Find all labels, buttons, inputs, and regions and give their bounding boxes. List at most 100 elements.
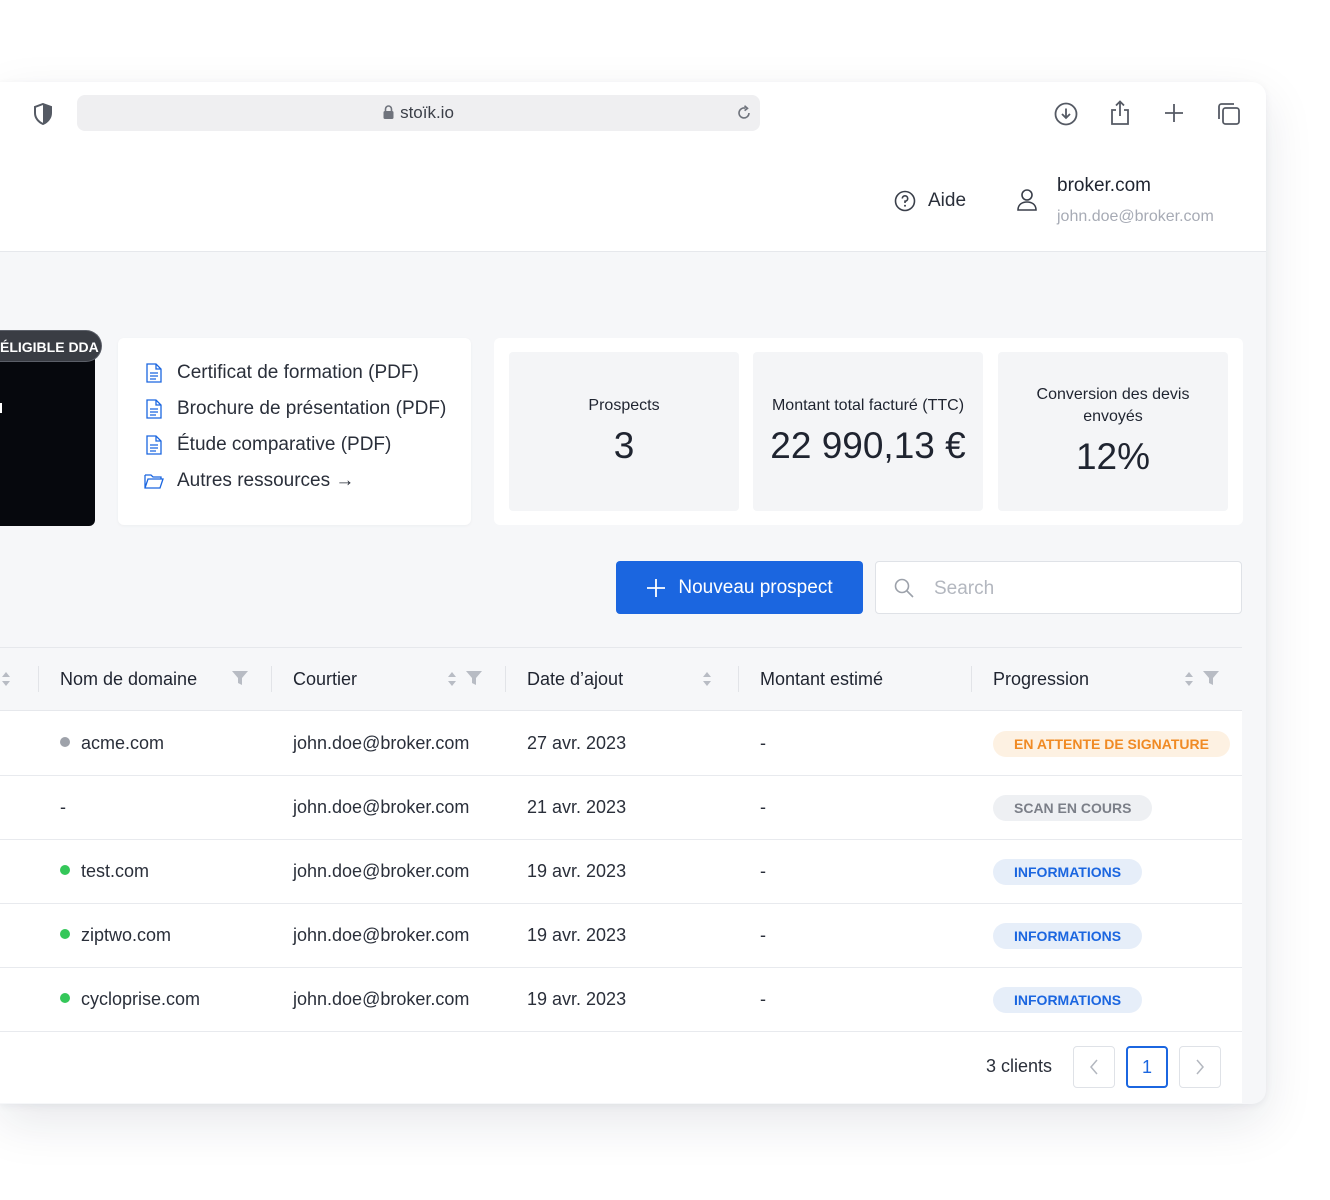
url-text: stoïk.io	[400, 103, 454, 122]
column-header-domain[interactable]: Nom de domaine	[60, 648, 197, 710]
resource-link-certificate[interactable]: Certificat de formation (PDF)	[144, 359, 419, 387]
new-prospect-button[interactable]: Nouveau prospect	[616, 561, 863, 614]
date-cell: 19 avr. 2023	[527, 925, 627, 945]
table-row[interactable]: ziptwo.com john.doe@broker.com 19 avr. 2…	[0, 903, 1242, 968]
folder-icon	[144, 471, 164, 491]
sort-icon[interactable]	[701, 670, 713, 688]
page-button-current[interactable]: 1	[1126, 1046, 1168, 1088]
column-divider	[505, 666, 506, 692]
status-dot	[60, 865, 70, 876]
table-row[interactable]: acme.com john.doe@broker.com 27 avr. 202…	[0, 711, 1242, 776]
search-icon	[894, 578, 914, 603]
plus-icon	[646, 578, 666, 598]
column-header-broker[interactable]: Courtier	[293, 648, 357, 710]
dda-card-mark	[0, 403, 2, 413]
sort-icon[interactable]	[446, 670, 458, 688]
document-icon	[144, 399, 164, 419]
broker-cell: john.doe@broker.com	[293, 861, 470, 881]
column-header-amount[interactable]: Montant estimé	[760, 648, 883, 710]
resources-card: Certificat de formation (PDF) Brochure d…	[118, 338, 471, 525]
search-input[interactable]	[932, 562, 1226, 615]
dda-card[interactable]	[0, 347, 95, 526]
amount-cell: -	[760, 733, 766, 753]
stat-label: Prospects	[588, 397, 660, 414]
resource-link-other[interactable]: Autres ressources →	[144, 467, 354, 495]
domain-cell: test.com	[60, 839, 149, 903]
domain-name: test.com	[81, 861, 150, 881]
filter-icon[interactable]	[1202, 670, 1220, 686]
broker-cell: john.doe@broker.com	[293, 989, 470, 1009]
domain-cell: cycloprise.com	[60, 967, 200, 1031]
stat-value: 12%	[1075, 436, 1151, 477]
amount-cell: -	[760, 861, 766, 881]
status-dot	[60, 929, 70, 940]
progress-badge: SCAN EN COURS	[993, 795, 1153, 821]
column-header-date[interactable]: Date d’ajout	[527, 648, 623, 710]
sort-icon[interactable]	[1183, 670, 1195, 688]
table-header: Nom de domaine Courtier Date d’ajout Mon…	[0, 648, 1242, 711]
column-header-progress[interactable]: Progression	[993, 648, 1089, 710]
stat-conversion: Conversion des devis envoyés 12%	[998, 352, 1228, 511]
progress-badge: INFORMATIONS	[993, 987, 1143, 1013]
dda-eligible-badge: ÉLIGIBLE DDA	[0, 330, 102, 362]
share-icon[interactable]	[1108, 99, 1132, 127]
chevron-left-icon	[1089, 1059, 1099, 1075]
account-email: john.doe@broker.com	[1057, 208, 1214, 225]
broker-cell: john.doe@broker.com	[293, 733, 470, 753]
date-cell: 27 avr. 2023	[527, 733, 627, 753]
domain-cell: -	[60, 775, 66, 839]
date-cell: 21 avr. 2023	[527, 797, 627, 817]
download-icon[interactable]	[1053, 101, 1079, 127]
new-tab-icon[interactable]	[1163, 102, 1185, 124]
help-link[interactable]: Aide	[894, 188, 966, 214]
table-row[interactable]: test.com john.doe@broker.com 19 avr. 202…	[0, 839, 1242, 904]
stat-value: 22 990,13 €	[770, 425, 966, 466]
browser-window: stoïk.io Aide broker.com john.doe@broker…	[0, 82, 1266, 1104]
privacy-shield-icon[interactable]	[32, 102, 54, 126]
address-bar[interactable]: stoïk.io	[77, 95, 760, 131]
browser-toolbar: stoïk.io	[0, 82, 1266, 151]
document-icon	[144, 363, 164, 383]
domain-name: acme.com	[81, 733, 165, 753]
search-box[interactable]	[875, 561, 1242, 615]
resource-link-study[interactable]: Étude comparative (PDF)	[144, 431, 391, 459]
resource-label: Brochure de présentation (PDF)	[177, 398, 447, 419]
column-divider	[271, 666, 272, 692]
reload-icon[interactable]	[735, 104, 753, 122]
chevron-right-icon	[1195, 1059, 1205, 1075]
sort-icon[interactable]	[0, 670, 12, 688]
domain-cell: acme.com	[60, 711, 164, 775]
domain-cell: ziptwo.com	[60, 903, 171, 967]
date-cell: 19 avr. 2023	[527, 861, 627, 881]
column-divider	[971, 666, 972, 692]
filter-icon[interactable]	[465, 670, 483, 686]
domain-name: ziptwo.com	[81, 925, 172, 945]
column-divider	[38, 666, 39, 692]
account-name[interactable]: broker.com	[1057, 175, 1151, 197]
date-cell: 19 avr. 2023	[527, 989, 627, 1009]
prospects-table: Nom de domaine Courtier Date d’ajout Mon…	[0, 647, 1242, 1103]
help-circle-icon	[894, 190, 916, 212]
stat-label: Conversion des devis envoyés	[1036, 386, 1190, 425]
column-divider	[738, 666, 739, 692]
tabs-overview-icon[interactable]	[1216, 101, 1242, 127]
next-page-button[interactable]	[1179, 1046, 1221, 1088]
client-count: 3 clients	[986, 1056, 1053, 1076]
stat-label: Montant total facturé (TTC)	[771, 397, 965, 414]
progress-badge: INFORMATIONS	[993, 859, 1143, 885]
user-icon[interactable]	[1016, 188, 1038, 217]
table-row[interactable]: cycloprise.com john.doe@broker.com 19 av…	[0, 967, 1242, 1032]
table-row[interactable]: - john.doe@broker.com 21 avr. 2023 - SCA…	[0, 775, 1242, 840]
broker-cell: john.doe@broker.com	[293, 797, 470, 817]
resource-label: Certificat de formation (PDF)	[177, 362, 419, 383]
broker-cell: john.doe@broker.com	[293, 925, 470, 945]
filter-icon[interactable]	[231, 670, 249, 686]
resource-link-brochure[interactable]: Brochure de présentation (PDF)	[144, 395, 446, 423]
help-label: Aide	[928, 190, 967, 211]
table-footer: 3 clients 1	[0, 1032, 1242, 1102]
amount-cell: -	[760, 925, 766, 945]
previous-page-button[interactable]	[1073, 1046, 1115, 1088]
progress-badge: INFORMATIONS	[993, 923, 1143, 949]
status-dot	[60, 737, 70, 748]
amount-cell: -	[760, 989, 766, 1009]
